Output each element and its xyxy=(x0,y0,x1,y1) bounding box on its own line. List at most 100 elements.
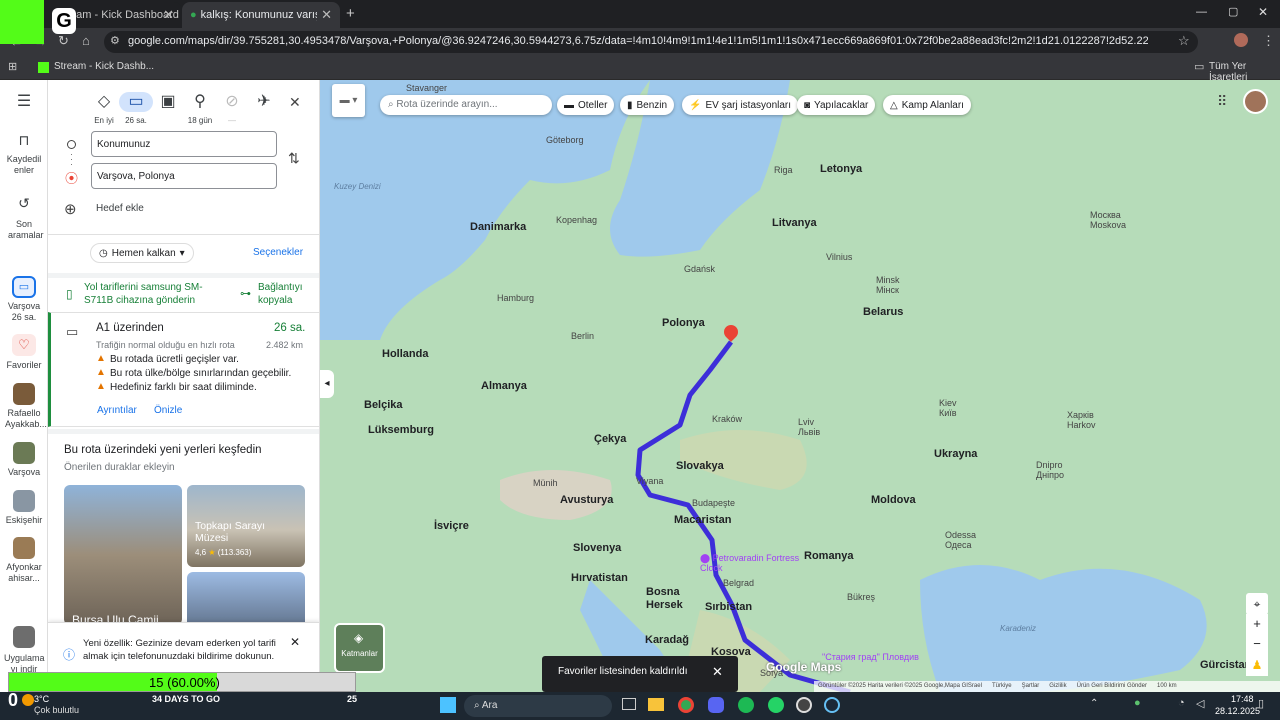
layers-button[interactable]: ◈ Katmanlar xyxy=(334,623,385,673)
obs-icon[interactable] xyxy=(796,697,812,713)
send-to-device[interactable]: Yol tariflerini samsung SM-S711B cihazın… xyxy=(84,281,214,307)
steam-icon[interactable] xyxy=(824,697,840,713)
close-directions-icon[interactable]: ✕ xyxy=(289,94,301,111)
home-icon[interactable]: ⌂ xyxy=(82,33,90,48)
mic-icon[interactable]: ● xyxy=(1134,697,1141,709)
add-destination[interactable]: Hedef ekle xyxy=(96,203,144,214)
mode-transit[interactable]: ▣ xyxy=(151,92,185,116)
tray-chevron-icon[interactable]: ⌃ xyxy=(1090,698,1098,709)
task-view-icon[interactable] xyxy=(622,698,636,710)
my-location-button[interactable]: ⌖ xyxy=(1246,593,1268,615)
heart-icon[interactable]: ♡ xyxy=(12,334,36,356)
close-tab-icon[interactable]: ✕ xyxy=(163,7,174,23)
discord-icon[interactable] xyxy=(708,697,724,713)
options-link[interactable]: Seçenekler xyxy=(253,247,303,258)
place-card-topkapi[interactable]: Topkapı Sarayı Müzesi 4,6 ★ (113.363) xyxy=(187,485,305,567)
mode-flight[interactable]: ✈ xyxy=(247,92,281,116)
windows-start-icon[interactable] xyxy=(440,697,456,713)
saved-label[interactable]: Kaydedilenler xyxy=(0,154,48,176)
zoom-out-button[interactable]: − xyxy=(1246,634,1268,654)
rail-thumb[interactable] xyxy=(13,490,35,512)
explorer-icon[interactable] xyxy=(648,698,664,711)
preview-link[interactable]: Önizle xyxy=(154,405,182,416)
reload-icon[interactable]: ↻ xyxy=(58,33,69,49)
notification-icon[interactable]: ▯ xyxy=(1258,697,1264,710)
place-card-bursa[interactable]: Bursa Ulu Camii xyxy=(64,485,182,627)
car-icon[interactable]: ▭ xyxy=(12,276,36,298)
privacy-link[interactable]: Gizlilik xyxy=(1049,683,1066,690)
pegman-icon[interactable]: ♟ xyxy=(1246,654,1268,676)
feedback-link[interactable]: Ürün Geri Bildirimi Gönder xyxy=(1077,683,1147,690)
bookmark-stream[interactable]: Stream - Kick Dashb... xyxy=(54,61,154,72)
camera-icon: ◙ xyxy=(804,99,811,111)
menu-icon[interactable]: ⋮ xyxy=(1262,33,1275,49)
rail-item-rafaello[interactable]: Rafaello Ayakkab... xyxy=(0,408,48,430)
volume-icon[interactable]: ◁ xyxy=(1196,697,1204,710)
mode-bike[interactable]: ⊘ — xyxy=(215,92,249,125)
close-tab-icon[interactable]: ✕ xyxy=(321,7,332,23)
google-maps-brand: Google Maps xyxy=(766,660,842,674)
bookmarks-bar: ⊞ Stream - Kick Dashb... ▭ Tüm Yer İşare… xyxy=(0,56,1280,83)
map-type-button[interactable]: ▬ ▾ xyxy=(332,84,365,117)
chip-camping[interactable]: △ Kamp Alanları xyxy=(883,95,971,115)
profile-avatar[interactable] xyxy=(1234,33,1248,47)
mode-car[interactable]: ▭ 26 sa. xyxy=(119,92,153,125)
country-label: Romanya xyxy=(804,550,854,562)
maximize-button[interactable]: ▢ xyxy=(1228,5,1238,18)
star-icon[interactable]: ☆ xyxy=(1178,33,1190,49)
chip-label: EV şarj istasyonları xyxy=(705,99,792,111)
copy-link[interactable]: Bağlantıyı kopyala xyxy=(258,281,318,307)
add-destination-icon[interactable]: ⊕ xyxy=(64,200,77,218)
close-notice-icon[interactable]: ✕ xyxy=(290,635,300,649)
wifi-icon[interactable]: ◔ xyxy=(1178,697,1185,709)
recent-label[interactable]: Son aramalar xyxy=(0,219,48,241)
destination-input[interactable]: Varşova, Polonya xyxy=(91,163,277,189)
history-icon[interactable]: ↺ xyxy=(0,196,48,210)
details-link[interactable]: Ayrıntılar xyxy=(97,405,137,416)
poi-label: ⬤ Petrovaradin Fortress Clock xyxy=(700,553,800,573)
chip-hotels[interactable]: ▬ Oteller xyxy=(557,95,615,115)
chrome-icon[interactable] xyxy=(678,697,694,713)
map-canvas[interactable]: ▬ ▾ ⌕ Rota üzerinde arayın... ▬ Oteller ▮… xyxy=(320,80,1280,692)
divider xyxy=(48,234,319,235)
clock-date[interactable]: 28.12.2025 xyxy=(1215,706,1260,716)
swap-icon[interactable]: ⇅ xyxy=(288,150,300,167)
spotify-icon[interactable] xyxy=(738,697,754,713)
taskbar-search[interactable]: ⌕ Ara xyxy=(464,695,612,717)
rail-item-eskisehir[interactable]: Eskişehir xyxy=(0,515,48,526)
terms-link[interactable]: Şartlar xyxy=(1022,683,1040,690)
site-info-icon[interactable]: ⚙ xyxy=(110,34,120,47)
apps-icon[interactable]: ⊞ xyxy=(8,60,17,73)
close-toast-icon[interactable]: ✕ xyxy=(712,664,723,680)
map-search-input[interactable]: ⌕ Rota üzerinde arayın... xyxy=(380,95,552,115)
chip-gas[interactable]: ▮ Benzin xyxy=(620,95,675,115)
close-window-button[interactable]: ✕ xyxy=(1258,5,1268,19)
chip-ev[interactable]: ⚡ EV şarj istasyonları xyxy=(682,95,799,115)
zoom-in-button[interactable]: + xyxy=(1246,614,1268,634)
bookmark-icon[interactable]: ⊓ xyxy=(0,133,48,147)
minimize-button[interactable]: — xyxy=(1196,6,1207,18)
rail-thumb[interactable] xyxy=(13,442,35,464)
clock-time[interactable]: 17:48 xyxy=(1231,694,1254,704)
depart-dropdown[interactable]: ◷ Hemen kalkan ▾ xyxy=(90,243,194,263)
url-text[interactable]: google.com/maps/dir/39.755281,30.4953478… xyxy=(128,35,1148,47)
new-tab-button[interactable]: + xyxy=(346,5,355,22)
tab-google-maps[interactable]: ● kalkış: Konumunuz varış: Varşova ✕ xyxy=(182,2,340,28)
rail-thumb[interactable] xyxy=(13,383,35,405)
collapse-panel-button[interactable]: ◂ xyxy=(320,370,334,398)
rail-item-afyon[interactable]: Afyonkar ahisar... xyxy=(0,562,48,584)
hamburger-menu-icon[interactable]: ☰ xyxy=(0,94,48,110)
account-avatar[interactable] xyxy=(1243,89,1268,114)
chip-todo[interactable]: ◙ Yapılacaklar xyxy=(797,95,876,115)
whatsapp-icon[interactable] xyxy=(768,697,784,713)
rail-item-varsova-26[interactable]: Varşova 26 sa. xyxy=(0,301,48,323)
region-link[interactable]: Türkiye xyxy=(992,683,1012,690)
mode-best[interactable]: ◇ En iyi xyxy=(87,92,121,125)
rail-item-varsova[interactable]: Varşova xyxy=(0,467,48,478)
mode-walk[interactable]: ⚲ 18 gün xyxy=(183,92,217,125)
rail-thumb[interactable] xyxy=(13,626,35,648)
apps-grid-icon[interactable]: ⠿ xyxy=(1217,93,1227,110)
origin-input[interactable]: Konumunuz xyxy=(91,131,277,157)
rail-thumb[interactable] xyxy=(13,537,35,559)
rail-item-favorites[interactable]: Favoriler xyxy=(0,360,48,371)
